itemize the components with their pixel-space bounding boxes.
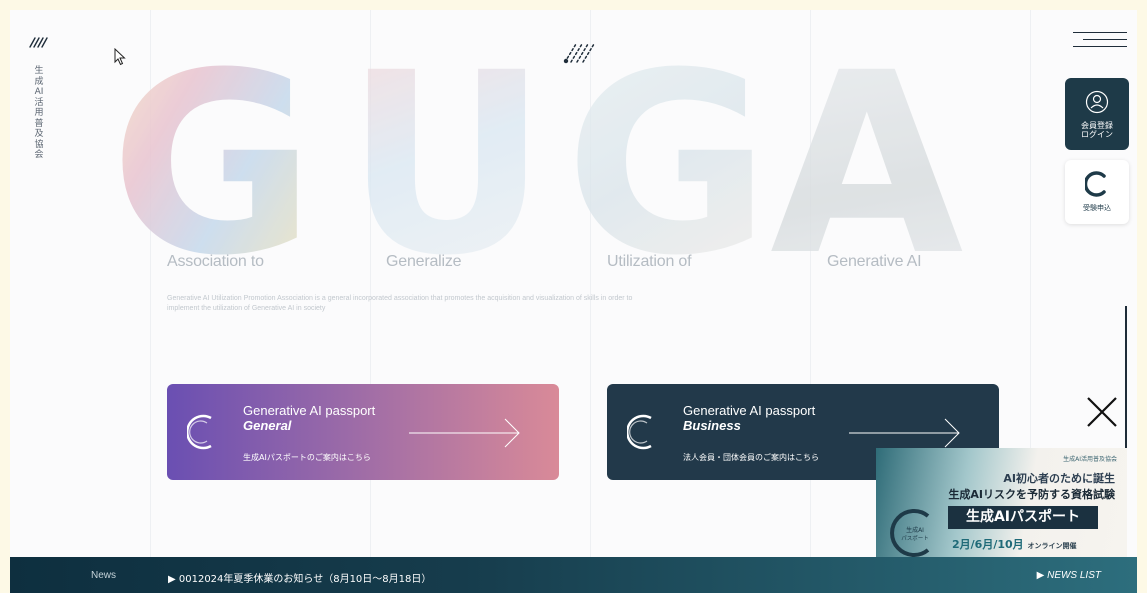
cta-business-caption: 法人会員・団体会員のご案内はこちら	[683, 453, 819, 462]
exam-application-label: 受験申込	[1083, 204, 1111, 212]
scroll-indicator	[1125, 306, 1127, 466]
arrow-right-icon	[409, 418, 520, 448]
passport-c-logo-icon	[1085, 171, 1106, 197]
passport-emblem-icon: 生成AI パスポート	[890, 509, 930, 557]
banner-schedule-suffix: オンライン開催	[1027, 542, 1077, 550]
hamburger-line	[1073, 46, 1127, 47]
banner-schedule: 2月/6月/10月 オンライン開催	[952, 536, 1077, 552]
mouse-cursor-icon	[114, 48, 126, 66]
cta-general-title: Generative AI passport	[243, 403, 376, 418]
passport-general-card[interactable]: Generative AI passport General 生成AIパスポート…	[167, 384, 559, 480]
tagline-word: Utilization of	[607, 253, 692, 270]
brand-vertical-name: 生成AI活用普及協会	[34, 66, 44, 160]
banner-org-name: 生成AI活用普及協会	[1063, 456, 1117, 463]
banner-headline-1: AI初心者のために誕生	[1003, 472, 1115, 485]
passport-c-logo-icon	[187, 414, 212, 450]
news-label: News	[91, 570, 117, 581]
cta-general-subtitle: General	[243, 418, 292, 433]
cta-business-subtitle: Business	[683, 418, 741, 433]
banner-title: 生成AIパスポート	[948, 506, 1098, 529]
login-label-login: ログイン	[1081, 130, 1113, 139]
member-login-button[interactable]: 会員登録 ログイン	[1065, 78, 1129, 150]
page: G U G A 生成AI活用普及協会 会員登録 ログイン 受験申込 Associ…	[10, 10, 1137, 593]
promo-banner[interactable]: 生成AI活用普及協会 AI初心者のために誕生 生成AIリスクを予防する資格試験 …	[876, 448, 1127, 562]
banner-schedule-months: 2月/6月/10月	[952, 538, 1024, 551]
cta-business-title: Generative AI passport	[683, 403, 816, 418]
brand-logo-icon[interactable]	[28, 32, 50, 50]
user-icon	[1085, 90, 1109, 114]
tagline-word: Generalize	[386, 253, 462, 270]
hero-letters: G U G A	[110, 30, 970, 290]
hero-description: Generative AI Utilization Promotion Asso…	[167, 295, 633, 312]
center-logo-icon	[563, 43, 595, 64]
emblem-text: パスポート	[901, 535, 929, 542]
hamburger-line	[1083, 39, 1127, 40]
tagline-word: Generative AI	[827, 253, 922, 270]
emblem-text: 生成AI	[906, 526, 924, 534]
cta-general-caption: 生成AIパスポートのご案内はこちら	[243, 453, 371, 462]
passport-c-logo-icon	[627, 414, 652, 450]
exam-application-button[interactable]: 受験申込	[1065, 160, 1129, 224]
news-list-link[interactable]: ▶ NEWS LIST	[1037, 570, 1101, 581]
news-bar: News ▶ 0012024年夏季休業のお知らせ（8月10日〜8月18日） ▶ …	[10, 557, 1137, 593]
banner-headline-2: 生成AIリスクを予防する資格試験	[948, 488, 1115, 501]
news-item-link[interactable]: ▶ 0012024年夏季休業のお知らせ（8月10日〜8月18日）	[168, 570, 431, 585]
hamburger-line	[1073, 32, 1127, 33]
login-label-register: 会員登録	[1081, 121, 1113, 130]
hamburger-menu-button[interactable]	[1073, 30, 1127, 50]
arrow-right-icon	[849, 418, 960, 448]
tagline-word: Association to	[167, 253, 264, 270]
close-banner-button[interactable]	[1084, 394, 1120, 430]
